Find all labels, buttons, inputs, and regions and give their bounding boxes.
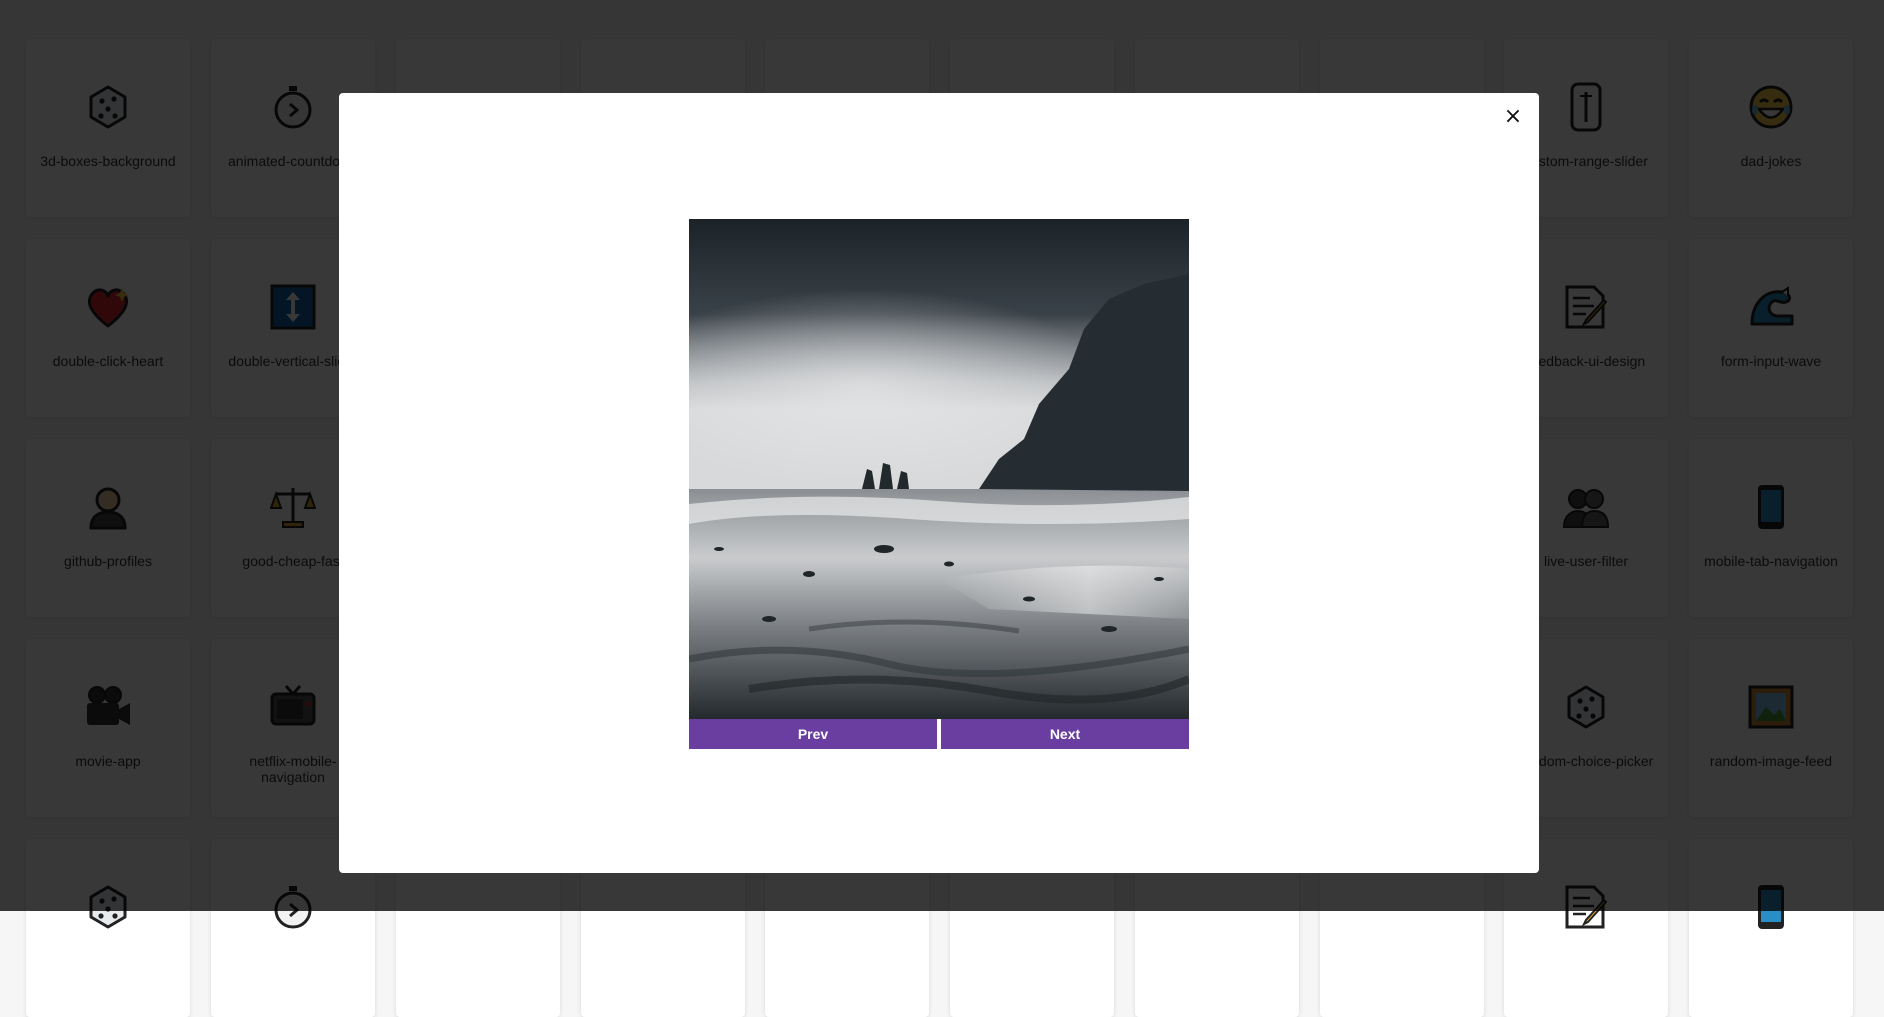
carousel-image bbox=[689, 219, 1189, 719]
prev-button[interactable]: Prev bbox=[689, 719, 937, 749]
image-carousel: Prev Next bbox=[689, 219, 1189, 749]
carousel-controls: Prev Next bbox=[689, 719, 1189, 749]
image-modal: × Prev Next bbox=[339, 93, 1539, 873]
close-button[interactable]: × bbox=[1499, 103, 1527, 131]
next-button[interactable]: Next bbox=[941, 719, 1189, 749]
